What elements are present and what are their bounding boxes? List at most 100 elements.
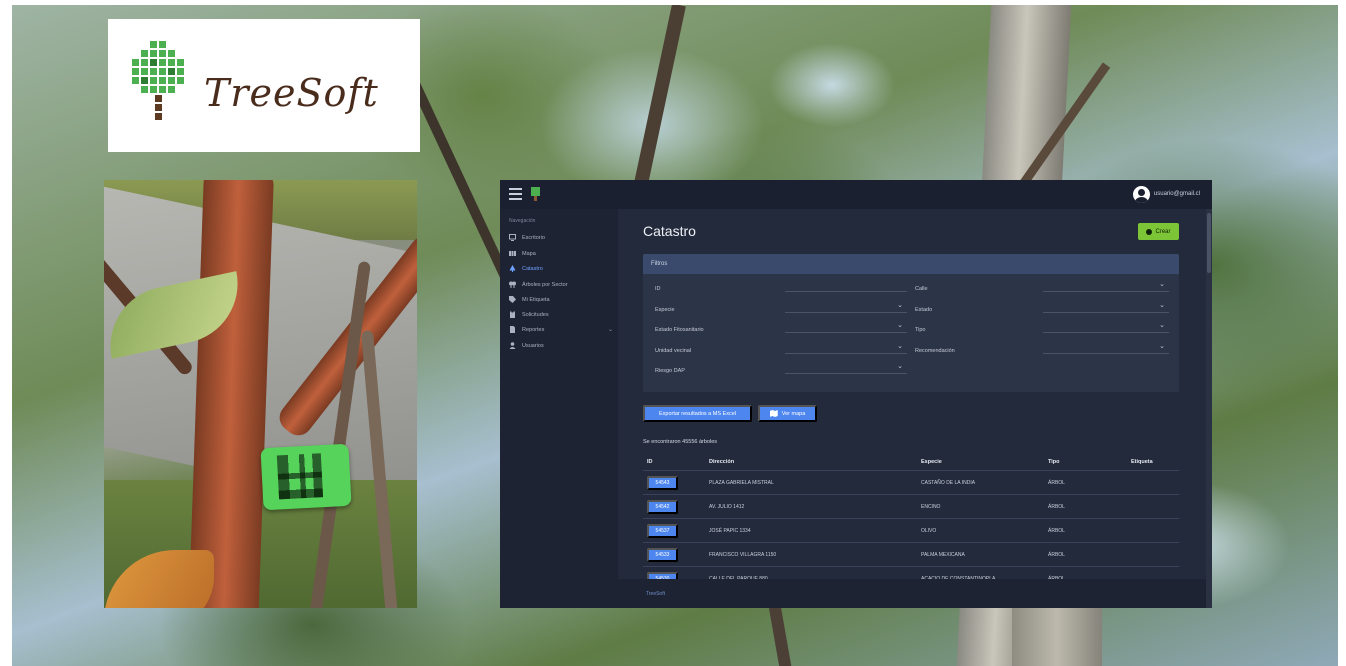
filter-tipo-select[interactable]: ⌄	[1043, 319, 1169, 333]
tree-tag-photo	[104, 180, 417, 608]
user-menu[interactable]: usuario@gmail.cl	[1132, 185, 1200, 203]
filters-panel: Filtros ID Calle ⌄ Especie ⌄ Estado ⌄ Es…	[643, 254, 1179, 392]
document-icon	[510, 326, 515, 333]
filter-estado-fitosanitario-select[interactable]: ⌄	[785, 319, 907, 333]
chevron-down-icon: ⌄	[897, 322, 903, 329]
view-map-button[interactable]: Ver mapa	[758, 405, 817, 422]
cell-tipo: ÁRBOL	[1048, 528, 1065, 534]
cell-tipo: ÁRBOL	[1048, 480, 1065, 486]
scrollbar-thumb[interactable]	[1207, 213, 1211, 273]
sidebar-title: Navegación	[509, 218, 536, 224]
user-email: usuario@gmail.cl	[1153, 191, 1200, 197]
filter-recomendacion-select[interactable]: ⌄	[1043, 340, 1169, 354]
create-button[interactable]: Crear	[1138, 223, 1179, 240]
footer: TreeSoft	[618, 579, 1212, 608]
cell-direccion: FRANCISCO VILLAGRA 1150	[709, 552, 777, 558]
sidebar-item-escritorio[interactable]: Escritorio	[509, 234, 613, 241]
chevron-down-icon: ⌄	[1159, 281, 1165, 288]
footer-text[interactable]: TreeSoft	[646, 591, 665, 597]
filters-title[interactable]: Filtros	[643, 254, 1179, 274]
bell-tree-icon	[509, 265, 516, 272]
sidebar-item-label: Solicitudes	[522, 311, 549, 318]
filter-label-estado-fitosanitario: Estado Fitosanitario	[655, 327, 704, 333]
table-row: 54533 FRANCISCO VILLAGRA 1150 PALMA MEXI…	[643, 543, 1179, 567]
table-header: ID Dirección Especie Tipo Etiqueta	[643, 453, 1179, 471]
sidebar-item-catastro[interactable]: Catastro	[509, 265, 613, 272]
row-id-button[interactable]: 54537	[647, 524, 678, 538]
chevron-down-icon[interactable]: ⌄	[608, 326, 613, 333]
header-tipo[interactable]: Tipo	[1048, 459, 1060, 465]
table-row: 54543 PLAZA GABRIELA MISTRAL CASTAÑO DE …	[643, 471, 1179, 495]
header-id[interactable]: ID	[647, 459, 653, 465]
plus-icon	[1146, 228, 1153, 235]
sidebar-item-mapa[interactable]: Mapa	[509, 250, 613, 257]
filter-calle-select[interactable]: ⌄	[1043, 278, 1169, 292]
result-count: Se encontraron 45556 árboles	[643, 439, 717, 445]
view-map-label: Ver mapa	[781, 410, 806, 417]
chevron-down-icon: ⌄	[897, 302, 903, 309]
sidebar-item-label: Árboles por Sector	[522, 281, 568, 288]
top-bar: usuario@gmail.cl	[500, 180, 1212, 209]
sidebar-item-label: Usuarios	[522, 342, 544, 349]
app-window: usuario@gmail.cl Navegación Escritorio M…	[500, 180, 1212, 608]
qr-code-tag	[260, 443, 352, 511]
sidebar-item-reportes[interactable]: Reportes ⌄	[509, 326, 613, 333]
sidebar-item-mi-etiqueta[interactable]: Mi Etiqueta	[509, 296, 613, 303]
row-id-button[interactable]: 54542	[647, 500, 678, 514]
qr-code-icon	[276, 453, 324, 500]
logo-text: TreeSoft	[204, 71, 379, 115]
pixel-tree-icon	[132, 41, 184, 120]
header-especie[interactable]: Especie	[921, 459, 942, 465]
trees-icon	[509, 281, 516, 288]
treesoft-logo: TreeSoft	[108, 19, 420, 152]
app-logo-icon	[531, 187, 540, 201]
create-button-label: Crear	[1155, 228, 1171, 235]
filter-estado-select[interactable]: ⌄	[1043, 299, 1169, 313]
cell-especie: PALMA MEXICANA	[921, 552, 965, 558]
filter-unidad-vecinal-select[interactable]: ⌄	[785, 340, 907, 354]
main-content: Catastro Crear Filtros ID Calle ⌄ Especi…	[618, 209, 1212, 608]
sidebar-item-solicitudes[interactable]: Solicitudes	[509, 311, 613, 318]
avatar[interactable]	[1132, 185, 1150, 203]
sidebar-item-label: Reportes	[522, 326, 545, 333]
hamburger-menu-icon[interactable]	[509, 188, 522, 200]
filter-label-recomendacion: Recomendación	[915, 348, 955, 354]
chevron-down-icon: ⌄	[897, 343, 903, 350]
sidebar-item-label: Escritorio	[522, 234, 545, 241]
chevron-down-icon: ⌄	[1159, 302, 1165, 309]
user-icon	[509, 342, 516, 349]
table-row: 54542 AV. JULIO 1412 ENCINO ÁRBOL	[643, 495, 1179, 519]
cell-especie: CASTAÑO DE LA INDIA	[921, 480, 976, 486]
cell-direccion: AV. JULIO 1412	[709, 504, 745, 510]
filter-riesgo-select[interactable]: ⌄	[785, 360, 907, 374]
sidebar-item-label: Catastro	[522, 265, 543, 272]
cell-direccion: JOSÉ PAPIC 1334	[709, 528, 751, 534]
header-etiqueta[interactable]: Etiqueta	[1131, 459, 1153, 465]
sidebar: Navegación Escritorio Mapa Catastro Árbo…	[500, 209, 618, 608]
filter-id-input[interactable]	[785, 278, 907, 292]
scrollbar[interactable]	[1206, 209, 1212, 608]
filter-label-calle: Calle	[915, 286, 928, 292]
sidebar-item-usuarios[interactable]: Usuarios	[509, 342, 613, 349]
filter-especie-select[interactable]: ⌄	[785, 299, 907, 313]
monitor-icon	[509, 234, 516, 241]
cell-especie: ENCINO	[921, 504, 941, 510]
cell-tipo: ÁRBOL	[1048, 552, 1065, 558]
sidebar-item-arboles-por-sector[interactable]: Árboles por Sector	[509, 281, 613, 288]
export-excel-button[interactable]: Exportar resultados a MS Excel	[643, 405, 752, 422]
map-icon	[509, 251, 516, 256]
row-id-button[interactable]: 54543	[647, 476, 678, 490]
chevron-down-icon: ⌄	[1159, 322, 1165, 329]
table-row: 54537 JOSÉ PAPIC 1334 OLIVO ÁRBOL	[643, 519, 1179, 543]
row-id-button[interactable]: 54533	[647, 548, 678, 562]
chevron-down-icon: ⌄	[897, 363, 903, 370]
filter-label-id: ID	[655, 286, 661, 292]
results-table: ID Dirección Especie Tipo Etiqueta 54543…	[643, 453, 1179, 591]
page-title: Catastro	[643, 223, 696, 239]
map-icon	[769, 410, 778, 417]
filter-label-tipo: Tipo	[915, 327, 926, 333]
sidebar-item-label: Mi Etiqueta	[522, 296, 550, 303]
header-direccion[interactable]: Dirección	[709, 459, 734, 465]
filter-label-especie: Especie	[655, 307, 675, 313]
chevron-down-icon: ⌄	[1159, 343, 1165, 350]
